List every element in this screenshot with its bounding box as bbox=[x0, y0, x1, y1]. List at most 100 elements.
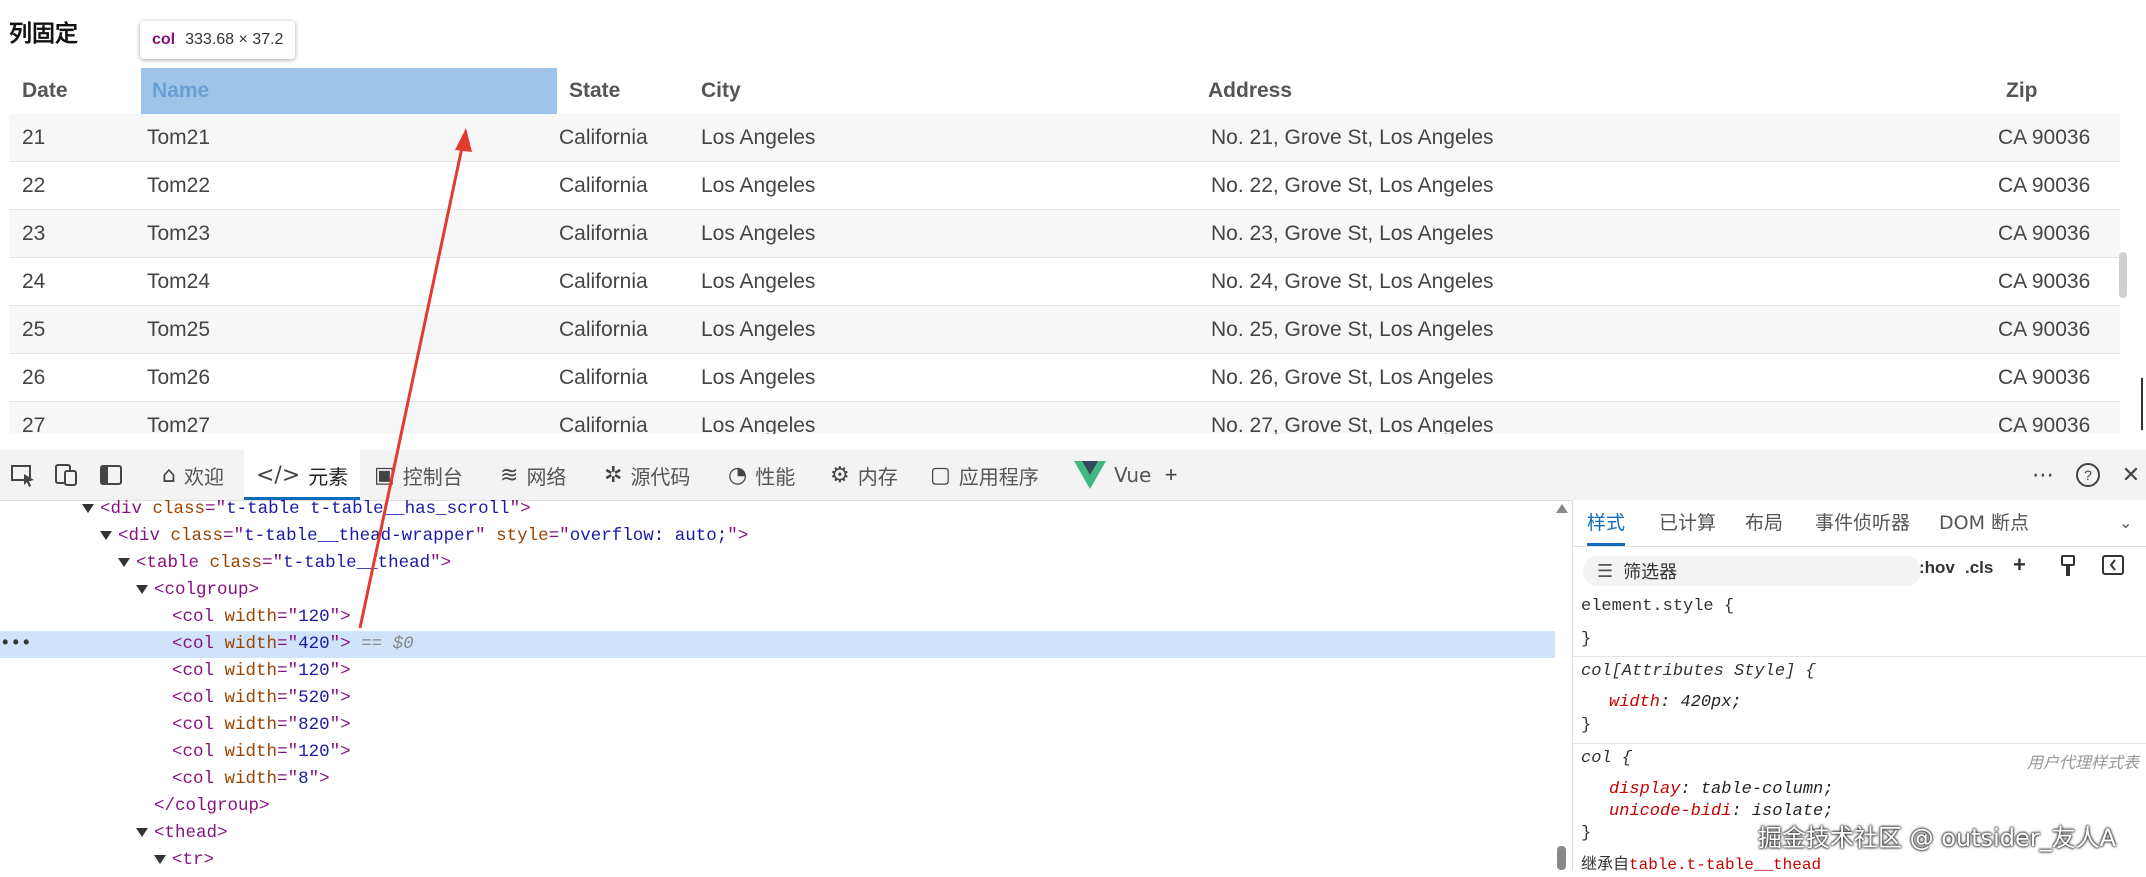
tab-vue[interactable]: Vue bbox=[1064, 450, 1161, 500]
elements-tree: <div class="t-table t-table__has_scroll"… bbox=[0, 500, 1555, 870]
cell-zip: CA 90036 bbox=[1998, 414, 2091, 434]
tab-elements[interactable]: </> 元素 bbox=[244, 450, 361, 500]
table-scrollbar-thumb[interactable] bbox=[2119, 252, 2127, 298]
close-devtools-icon[interactable]: ✕ bbox=[2118, 462, 2144, 488]
inspect-element-icon[interactable] bbox=[10, 462, 36, 488]
dom-node-line[interactable]: <div class="t-table t-table__has_scroll"… bbox=[0, 500, 1555, 523]
cell-address: No. 27, Grove St, Los Angeles bbox=[1211, 414, 1494, 434]
expand-triangle-icon[interactable] bbox=[100, 530, 112, 540]
svg-text:?: ? bbox=[2084, 467, 2092, 483]
tab-computed[interactable]: 已计算 bbox=[1659, 500, 1716, 546]
table-row[interactable]: 22 Tom22 California Los Angeles No. 22, Grov… bbox=[9, 162, 2120, 210]
elements-scrollbar-thumb[interactable] bbox=[1557, 846, 1566, 870]
tab-layout[interactable]: 布局 bbox=[1745, 500, 1783, 546]
dock-side-icon[interactable] bbox=[98, 462, 124, 488]
table-row[interactable]: 24 Tom24 California Los Angeles No. 24, Grov… bbox=[9, 258, 2120, 306]
tab-styles[interactable]: 样式 bbox=[1587, 500, 1626, 546]
device-emulation-icon[interactable] bbox=[53, 462, 79, 488]
cls-toggle[interactable]: .cls bbox=[1965, 558, 1993, 578]
table-row[interactable]: 27 Tom27 California Los Angeles No. 27, Grov… bbox=[9, 402, 2120, 434]
elements-scroll-up-icon[interactable] bbox=[1556, 504, 1568, 513]
cell-address: No. 25, Grove St, Los Angeles bbox=[1211, 318, 1494, 341]
dom-node-line[interactable]: <col width="120"> bbox=[0, 604, 1555, 631]
css-rule-close: } bbox=[1581, 630, 1592, 649]
dom-node-line[interactable]: </colgroup> bbox=[0, 793, 1555, 820]
css-rule-selector[interactable]: col[Attributes Style] { bbox=[1581, 660, 1816, 684]
node-actions-icon[interactable]: ••• bbox=[0, 631, 32, 658]
more-options-icon[interactable]: ⋯ bbox=[2030, 462, 2056, 488]
expand-triangle-icon[interactable] bbox=[154, 854, 166, 864]
column-header-name[interactable]: Name bbox=[152, 68, 209, 114]
add-tab-icon[interactable]: + bbox=[1158, 462, 1184, 488]
home-icon: ⌂ bbox=[162, 462, 176, 488]
cell-city: Los Angeles bbox=[701, 414, 816, 434]
expand-triangle-icon[interactable] bbox=[136, 584, 148, 594]
column-header-date[interactable]: Date bbox=[22, 68, 68, 114]
divider bbox=[1573, 656, 2146, 657]
tab-application[interactable]: ▢ 应用程序 bbox=[920, 450, 1049, 500]
cell-address: No. 24, Grove St, Los Angeles bbox=[1211, 270, 1494, 293]
dom-node-line[interactable]: <colgroup> bbox=[0, 577, 1555, 604]
cell-date: 27 bbox=[22, 414, 46, 434]
toggle-sidebar-icon[interactable] bbox=[2101, 554, 2125, 581]
dom-node-line[interactable]: <col width="8"> bbox=[0, 766, 1555, 793]
css-rule-close: } bbox=[1581, 824, 1592, 843]
table-row[interactable]: 21 Tom21 California Los Angeles No. 21, Grov… bbox=[9, 114, 2120, 162]
expand-triangle-icon[interactable] bbox=[136, 827, 148, 837]
column-header-state[interactable]: State bbox=[569, 68, 620, 114]
dom-node-line[interactable]: <table class="t-table__thead"> bbox=[0, 550, 1555, 577]
tab-memory[interactable]: ⚙ 内存 bbox=[820, 450, 908, 500]
cell-address: No. 26, Grove St, Los Angeles bbox=[1211, 366, 1494, 389]
tab-network[interactable]: ≋ 网络 bbox=[490, 450, 576, 500]
cell-name: Tom23 bbox=[147, 222, 211, 245]
dom-node-line[interactable]: <thead> bbox=[0, 820, 1555, 847]
table-row[interactable]: 26 Tom26 California Los Angeles No. 26, Grov… bbox=[9, 354, 2120, 402]
cell-state: California bbox=[559, 174, 648, 197]
filter-icon: ☰ bbox=[1597, 560, 1614, 582]
cell-city: Los Angeles bbox=[701, 222, 816, 245]
cell-name: Tom24 bbox=[147, 270, 211, 293]
cell-zip: CA 90036 bbox=[1998, 126, 2091, 149]
css-declaration[interactable]: width: 420px; bbox=[1609, 691, 1742, 715]
tab-dom-breakpoints[interactable]: DOM 断点 bbox=[1939, 500, 2029, 546]
cell-date: 24 bbox=[22, 270, 46, 293]
cell-state: California bbox=[559, 222, 648, 245]
css-rule-selector[interactable]: col { bbox=[1581, 747, 1632, 771]
dom-node-line[interactable]: <tr> bbox=[0, 847, 1555, 870]
dom-node-line[interactable]: <col width="520"> bbox=[0, 685, 1555, 712]
tab-welcome[interactable]: ⌂ 欢迎 bbox=[152, 450, 234, 500]
column-header-zip[interactable]: Zip bbox=[2006, 68, 2038, 114]
table-body: 21 Tom21 California Los Angeles No. 21, Grov… bbox=[9, 114, 2120, 434]
memory-icon: ⚙ bbox=[830, 462, 850, 488]
css-rule-selector[interactable]: element.style { bbox=[1581, 595, 1734, 619]
column-header-city[interactable]: City bbox=[701, 68, 741, 114]
column-header-address[interactable]: Address bbox=[1208, 68, 1292, 114]
tab-console[interactable]: ▣ 控制台 bbox=[364, 450, 473, 500]
element-inspect-tooltip: col 333.68 × 37.2 bbox=[140, 21, 296, 59]
css-declaration[interactable]: display: table-column; bbox=[1609, 778, 1833, 802]
hov-toggle[interactable]: :hov bbox=[1919, 558, 1955, 578]
dom-node-line[interactable]: <div class="t-table__thead-wrapper" styl… bbox=[0, 523, 1555, 550]
dom-node-line[interactable]: <col width="120"> bbox=[0, 739, 1555, 766]
tab-sources[interactable]: ✲ 源代码 bbox=[594, 450, 700, 500]
expand-triangle-icon[interactable] bbox=[82, 503, 94, 513]
table-row[interactable]: 23 Tom23 California Los Angeles No. 23, Grov… bbox=[9, 210, 2120, 258]
help-icon[interactable]: ? bbox=[2075, 462, 2101, 488]
dom-node-line[interactable]: <col width="820"> bbox=[0, 712, 1555, 739]
styles-filter-input[interactable]: ☰ 筛选器 bbox=[1583, 556, 1921, 586]
dom-node-line[interactable]: <col width="120"> bbox=[0, 658, 1555, 685]
tab-event-listeners[interactable]: 事件侦听器 bbox=[1815, 500, 1910, 546]
table-row[interactable]: 25 Tom25 California Los Angeles No. 25, Grov… bbox=[9, 306, 2120, 354]
cell-zip: CA 90036 bbox=[1998, 318, 2091, 341]
cell-name: Tom22 bbox=[147, 174, 211, 197]
css-rule-close: } bbox=[1581, 716, 1592, 735]
watermark: 掘金技术社区 @ outsider_友人A bbox=[1758, 824, 2117, 852]
expand-triangle-icon[interactable] bbox=[118, 557, 130, 567]
application-icon: ▢ bbox=[930, 462, 951, 488]
paint-brush-icon[interactable] bbox=[2059, 554, 2077, 583]
cell-zip: CA 90036 bbox=[1998, 174, 2091, 197]
new-style-rule-icon[interactable]: + bbox=[2013, 552, 2026, 578]
chevron-down-icon[interactable]: ⌄ bbox=[2119, 500, 2132, 546]
tab-performance[interactable]: ◔ 性能 bbox=[718, 450, 805, 500]
selected-dom-node-line[interactable]: ••• <col width="420"> == $0 bbox=[0, 631, 1555, 658]
